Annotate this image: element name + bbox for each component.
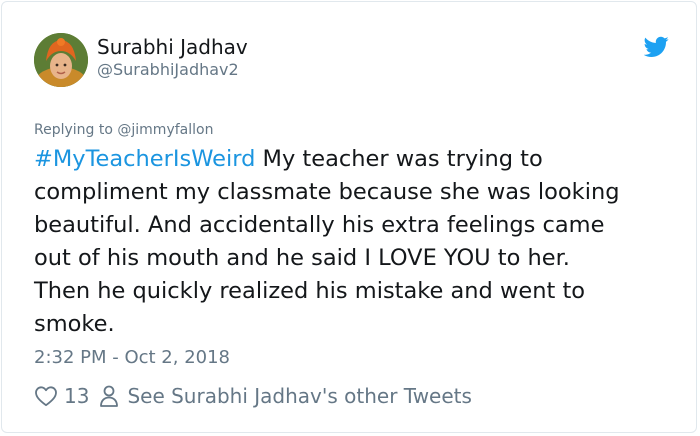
tweet-text-line: beautiful. And accidentally his extra fe… bbox=[34, 212, 605, 238]
tweet-text-line: smoke. bbox=[34, 311, 115, 337]
tweet-text-segment: My teacher was trying to bbox=[255, 146, 543, 172]
tweet-text-line: compliment my classmate because she was … bbox=[34, 179, 620, 205]
tweet-card: Surabhi Jadhav @SurabhiJadhav2 Replying … bbox=[1, 1, 697, 433]
tweet-text: #MyTeacherIsWeird My teacher was trying … bbox=[34, 143, 684, 341]
like-count[interactable]: 13 bbox=[64, 384, 89, 408]
replying-to-mention-link[interactable]: @jimmyfallon bbox=[117, 122, 213, 138]
tweet-footer: 13 See Surabhi Jadhav's other Tweets bbox=[34, 382, 472, 410]
tweet-text-line: Then he quickly realized his mistake and… bbox=[34, 278, 586, 304]
avatar[interactable] bbox=[34, 33, 88, 87]
heart-icon[interactable] bbox=[34, 384, 58, 408]
user-handle[interactable]: @SurabhiJadhav2 bbox=[97, 60, 239, 80]
tweet-text-line: out of his mouth and he said I LOVE YOU … bbox=[34, 245, 570, 271]
person-icon bbox=[100, 385, 119, 407]
tweet-timestamp[interactable]: 2:32 PM - Oct 2, 2018 bbox=[34, 346, 230, 370]
twitter-bird-icon[interactable] bbox=[644, 36, 669, 58]
hashtag-link[interactable]: #MyTeacherIsWeird bbox=[34, 146, 255, 172]
tweet-text-line: #MyTeacherIsWeird My teacher was trying … bbox=[34, 143, 684, 176]
replying-to-prefix: Replying to bbox=[34, 122, 118, 138]
replying-to: Replying to @jimmyfallon bbox=[34, 121, 213, 139]
other-tweets-link[interactable]: See Surabhi Jadhav's other Tweets bbox=[127, 384, 471, 408]
display-name[interactable]: Surabhi Jadhav bbox=[97, 35, 248, 59]
avatar-image bbox=[34, 33, 88, 87]
